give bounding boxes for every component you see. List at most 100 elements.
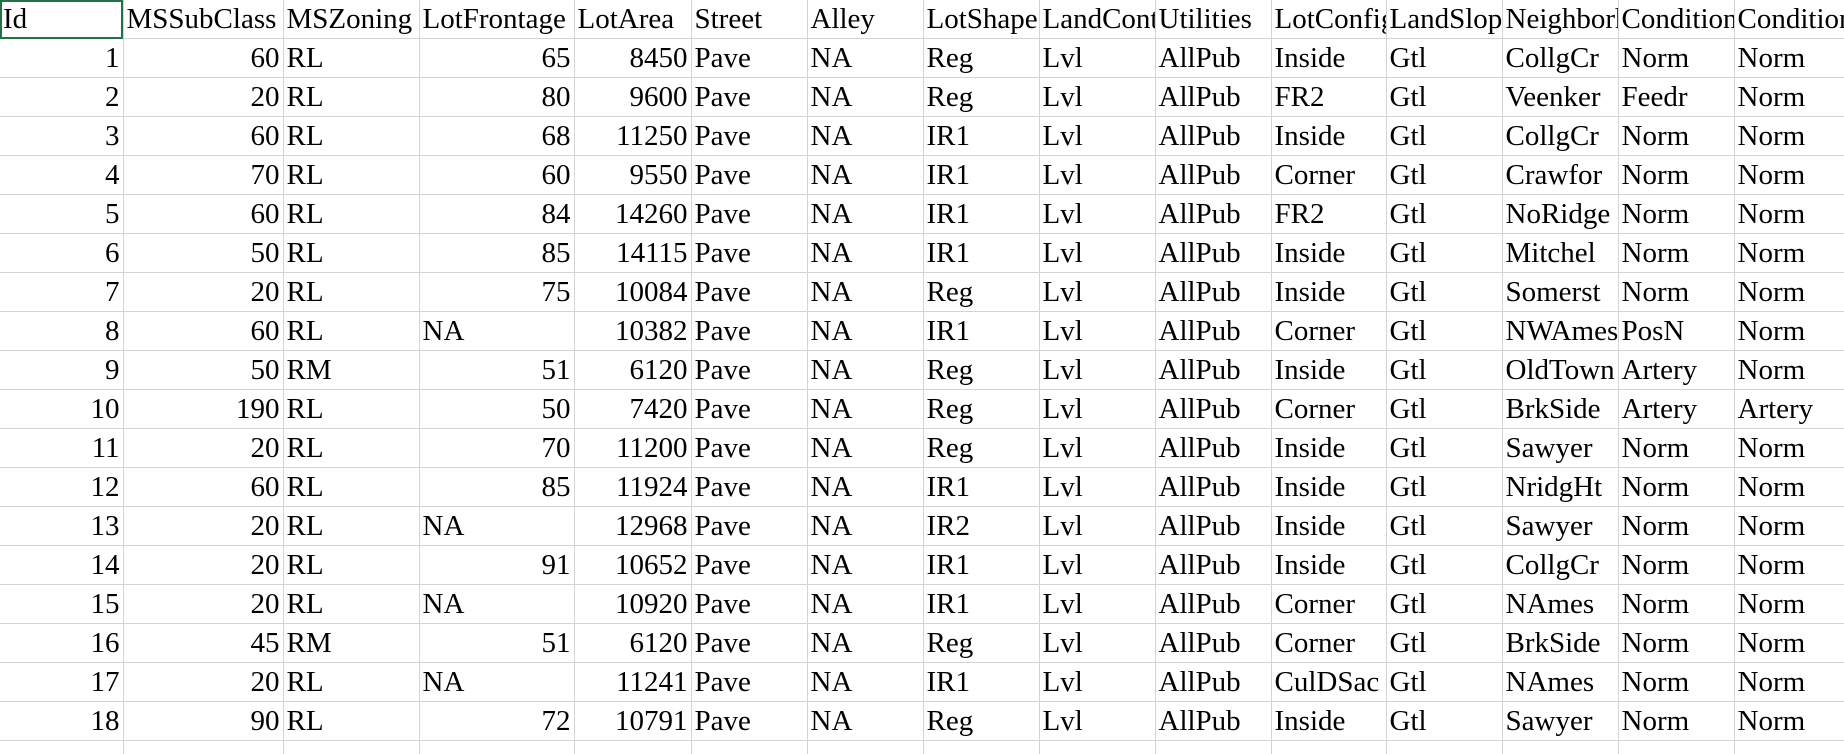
cell[interactable]: RL	[283, 233, 420, 273]
cell[interactable]: NridgHt	[1502, 467, 1619, 507]
cell[interactable]: 60	[123, 194, 284, 234]
cell[interactable]: Lvl	[1039, 311, 1156, 351]
cell[interactable]: Norm	[1734, 662, 1844, 702]
cell[interactable]: Mitchel	[1502, 233, 1619, 273]
cell[interactable]: Sawyer	[1502, 701, 1619, 741]
cell[interactable]: Norm	[1734, 428, 1844, 468]
cell[interactable]: NA	[807, 584, 924, 624]
cell[interactable]: Lvl	[1039, 701, 1156, 741]
column-header-cell[interactable]: Street	[691, 0, 808, 39]
cell[interactable]: Gtl	[1386, 155, 1503, 195]
cell[interactable]: AllPub	[1155, 584, 1272, 624]
cell[interactable]: NA	[807, 272, 924, 312]
cell[interactable]: RL	[283, 701, 420, 741]
cell[interactable]: Crawfor	[1502, 155, 1619, 195]
cell[interactable]: 2	[0, 77, 124, 117]
empty-cell[interactable]	[691, 740, 808, 754]
cell[interactable]: 10084	[574, 272, 692, 312]
cell[interactable]: Norm	[1618, 584, 1735, 624]
cell[interactable]: Lvl	[1039, 350, 1156, 390]
column-header-cell[interactable]: Condition1	[1618, 0, 1735, 39]
cell[interactable]: RL	[283, 155, 420, 195]
cell[interactable]: OldTown	[1502, 350, 1619, 390]
empty-cell[interactable]	[1039, 740, 1156, 754]
cell[interactable]: AllPub	[1155, 428, 1272, 468]
cell[interactable]: Pave	[691, 467, 808, 507]
cell[interactable]: NA	[807, 389, 924, 429]
cell[interactable]: Gtl	[1386, 662, 1503, 702]
cell[interactable]: Lvl	[1039, 38, 1156, 78]
cell[interactable]: IR1	[923, 194, 1040, 234]
cell[interactable]: 50	[419, 389, 575, 429]
cell[interactable]: Corner	[1271, 155, 1387, 195]
cell[interactable]: NA	[419, 311, 575, 351]
cell[interactable]: Gtl	[1386, 506, 1503, 546]
cell[interactable]: Pave	[691, 311, 808, 351]
cell[interactable]: 13	[0, 506, 124, 546]
cell[interactable]: AllPub	[1155, 545, 1272, 585]
column-header-cell[interactable]: LotConfig	[1271, 0, 1387, 39]
cell[interactable]: 6120	[574, 623, 692, 663]
cell[interactable]: FR2	[1271, 77, 1387, 117]
cell[interactable]: 91	[419, 545, 575, 585]
cell[interactable]: BrkSide	[1502, 623, 1619, 663]
cell[interactable]: Norm	[1618, 623, 1735, 663]
cell[interactable]: 3	[0, 116, 124, 156]
cell[interactable]: 50	[123, 350, 284, 390]
column-header-cell[interactable]: Condition2	[1734, 0, 1844, 39]
cell[interactable]: Norm	[1734, 233, 1844, 273]
cell[interactable]: 10920	[574, 584, 692, 624]
cell[interactable]: Artery	[1618, 350, 1735, 390]
cell[interactable]: 20	[123, 584, 284, 624]
cell[interactable]: RL	[283, 545, 420, 585]
cell[interactable]: AllPub	[1155, 272, 1272, 312]
cell[interactable]: 6120	[574, 350, 692, 390]
cell[interactable]: 190	[123, 389, 284, 429]
cell[interactable]: Gtl	[1386, 77, 1503, 117]
cell[interactable]: 8	[0, 311, 124, 351]
cell[interactable]: 20	[123, 662, 284, 702]
column-header-cell[interactable]: Neighborhood	[1502, 0, 1619, 39]
empty-cell[interactable]	[1155, 740, 1272, 754]
cell[interactable]: 20	[123, 428, 284, 468]
cell[interactable]: RL	[283, 467, 420, 507]
cell[interactable]: 9550	[574, 155, 692, 195]
cell[interactable]: Inside	[1271, 233, 1387, 273]
cell[interactable]: Pave	[691, 233, 808, 273]
cell[interactable]: 50	[123, 233, 284, 273]
cell[interactable]: 85	[419, 467, 575, 507]
cell[interactable]: AllPub	[1155, 116, 1272, 156]
cell[interactable]: IR1	[923, 116, 1040, 156]
column-header-cell[interactable]: LotShape	[923, 0, 1040, 39]
cell[interactable]: AllPub	[1155, 623, 1272, 663]
cell[interactable]: AllPub	[1155, 233, 1272, 273]
cell[interactable]: Lvl	[1039, 506, 1156, 546]
cell[interactable]: Norm	[1618, 233, 1735, 273]
cell[interactable]: Norm	[1734, 311, 1844, 351]
cell[interactable]: NA	[807, 233, 924, 273]
cell[interactable]: Norm	[1618, 506, 1735, 546]
cell[interactable]: 11200	[574, 428, 692, 468]
cell[interactable]: 20	[123, 77, 284, 117]
cell[interactable]: Norm	[1618, 155, 1735, 195]
cell[interactable]: Gtl	[1386, 701, 1503, 741]
cell[interactable]: NA	[807, 38, 924, 78]
cell[interactable]: 70	[123, 155, 284, 195]
cell[interactable]: 10	[0, 389, 124, 429]
cell[interactable]: Norm	[1618, 38, 1735, 78]
cell[interactable]: AllPub	[1155, 389, 1272, 429]
cell[interactable]: CulDSac	[1271, 662, 1387, 702]
cell[interactable]: Reg	[923, 272, 1040, 312]
cell[interactable]: Norm	[1734, 116, 1844, 156]
cell[interactable]: Norm	[1618, 662, 1735, 702]
cell[interactable]: Lvl	[1039, 194, 1156, 234]
cell[interactable]: Norm	[1734, 584, 1844, 624]
cell[interactable]: Pave	[691, 77, 808, 117]
cell[interactable]: Pave	[691, 389, 808, 429]
cell[interactable]: 15	[0, 584, 124, 624]
cell[interactable]: 20	[123, 545, 284, 585]
empty-cell[interactable]	[419, 740, 575, 754]
column-header-cell[interactable]: MSZoning	[283, 0, 420, 39]
cell[interactable]: Sawyer	[1502, 506, 1619, 546]
cell[interactable]: 11924	[574, 467, 692, 507]
